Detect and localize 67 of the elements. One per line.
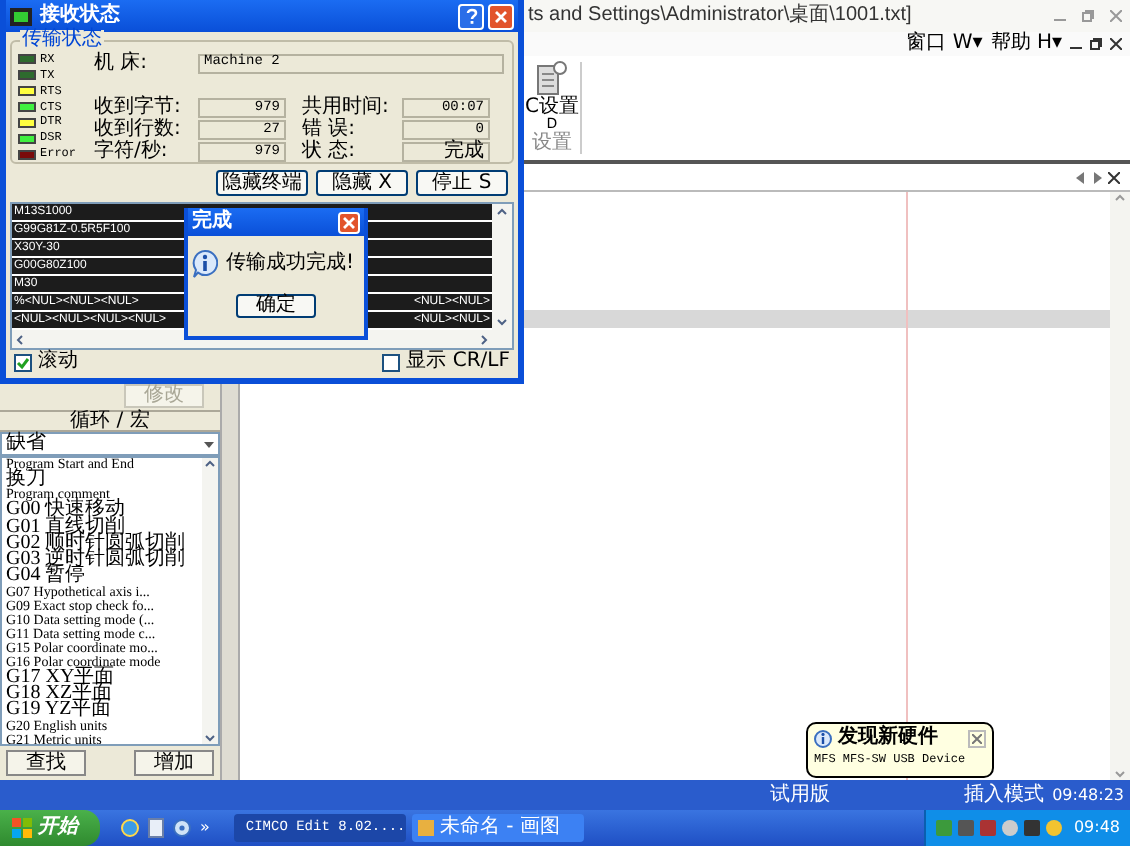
checkbox[interactable] bbox=[382, 353, 401, 371]
status-text: 插入模式 bbox=[964, 785, 1045, 805]
scrollbar[interactable] bbox=[1110, 192, 1130, 780]
field-label: 收到字节: bbox=[94, 98, 183, 118]
taskbar-button[interactable]: 未命名 - 画图 bbox=[411, 814, 584, 842]
group-box-title: 传输状态 bbox=[20, 30, 104, 50]
info-icon bbox=[814, 729, 832, 747]
ribbon-group-label: 设置 bbox=[532, 132, 572, 154]
more-button[interactable]: » bbox=[200, 820, 210, 836]
field-label: 共用时间: bbox=[300, 98, 391, 118]
document-icon[interactable] bbox=[536, 60, 568, 96]
checkbox-label: 显示 CR/LF bbox=[406, 352, 510, 372]
globe-icon[interactable] bbox=[120, 818, 140, 838]
menu-item[interactable]: 窗口 W▾ bbox=[906, 34, 983, 54]
left-arrow-icon[interactable] bbox=[1076, 171, 1086, 183]
window-icon bbox=[10, 7, 32, 25]
dialog-message: 传输成功完成! bbox=[226, 254, 355, 274]
checkbox-label: 滚动 bbox=[38, 352, 78, 372]
clock: 09:48 bbox=[1073, 820, 1120, 836]
close-icon bbox=[342, 215, 356, 229]
list-item[interactable]: G19 YZ平面 bbox=[6, 702, 202, 720]
status-time: 09:48:23 bbox=[1052, 787, 1124, 803]
checkbox[interactable] bbox=[14, 353, 32, 371]
menu-item[interactable]: 帮助 H▾ bbox=[990, 34, 1062, 54]
field-label: 状 态: bbox=[300, 142, 358, 162]
balloon-title: 发现新硬件 bbox=[838, 728, 938, 748]
list-item[interactable]: G03 逆时针圆弧切削 bbox=[6, 552, 202, 569]
value-field: 完成 bbox=[402, 142, 490, 162]
scrollbar[interactable] bbox=[202, 458, 218, 744]
close-button[interactable] bbox=[968, 729, 986, 747]
scrollbar[interactable] bbox=[492, 204, 512, 348]
app-icon bbox=[417, 820, 434, 836]
info-icon bbox=[192, 250, 218, 278]
help-icon bbox=[465, 8, 477, 24]
list-item[interactable]: G18 XZ平面 bbox=[6, 686, 202, 703]
ribbon-button-label[interactable]: C设置 bbox=[525, 96, 579, 118]
list-item[interactable]: G04 暂停 bbox=[6, 568, 202, 586]
panel-header: 循环 / 宏 bbox=[70, 411, 150, 431]
list-item[interactable]: 换刀 bbox=[6, 472, 202, 489]
disc-icon[interactable] bbox=[172, 818, 192, 838]
close-icon bbox=[494, 9, 508, 23]
dialog-button[interactable]: 隐藏 X bbox=[316, 170, 408, 196]
document-icon[interactable] bbox=[148, 818, 164, 838]
panel-button[interactable]: 查找 bbox=[6, 750, 86, 776]
window-title: ts and Settings\Administrator\桌面\1001.txt] bbox=[528, 6, 912, 26]
field-label: 字符/秒: bbox=[94, 142, 170, 162]
help-button[interactable] bbox=[458, 3, 484, 29]
dialog-title: 接收状态 bbox=[40, 6, 120, 26]
restore-icon[interactable] bbox=[1090, 38, 1102, 50]
field-label: 收到行数: bbox=[94, 120, 183, 140]
list-item[interactable]: G02 顺时针圆弧切削 bbox=[6, 535, 202, 553]
field-label: 机 床: bbox=[94, 53, 150, 73]
dialog-title: 完成 bbox=[192, 212, 232, 232]
close-icon[interactable] bbox=[1108, 171, 1120, 183]
close-icon[interactable] bbox=[1110, 38, 1122, 50]
caret-icon bbox=[204, 441, 214, 447]
dialog-button[interactable]: 停止 S bbox=[416, 170, 508, 196]
status-text: 试用版 bbox=[770, 785, 830, 805]
right-arrow-icon[interactable] bbox=[1092, 171, 1102, 183]
close-icon bbox=[972, 733, 982, 743]
windows-logo-icon bbox=[12, 818, 32, 838]
panel-button[interactable]: 增加 bbox=[134, 750, 214, 776]
field-label: 错 误: bbox=[300, 120, 358, 140]
dialog-button[interactable]: 隐藏终端 bbox=[216, 170, 308, 196]
list-item[interactable]: G17 XY平面 bbox=[6, 669, 202, 687]
dropdown-field[interactable]: 缺省 bbox=[0, 432, 220, 456]
ok-button[interactable]: 确定 bbox=[236, 294, 316, 318]
